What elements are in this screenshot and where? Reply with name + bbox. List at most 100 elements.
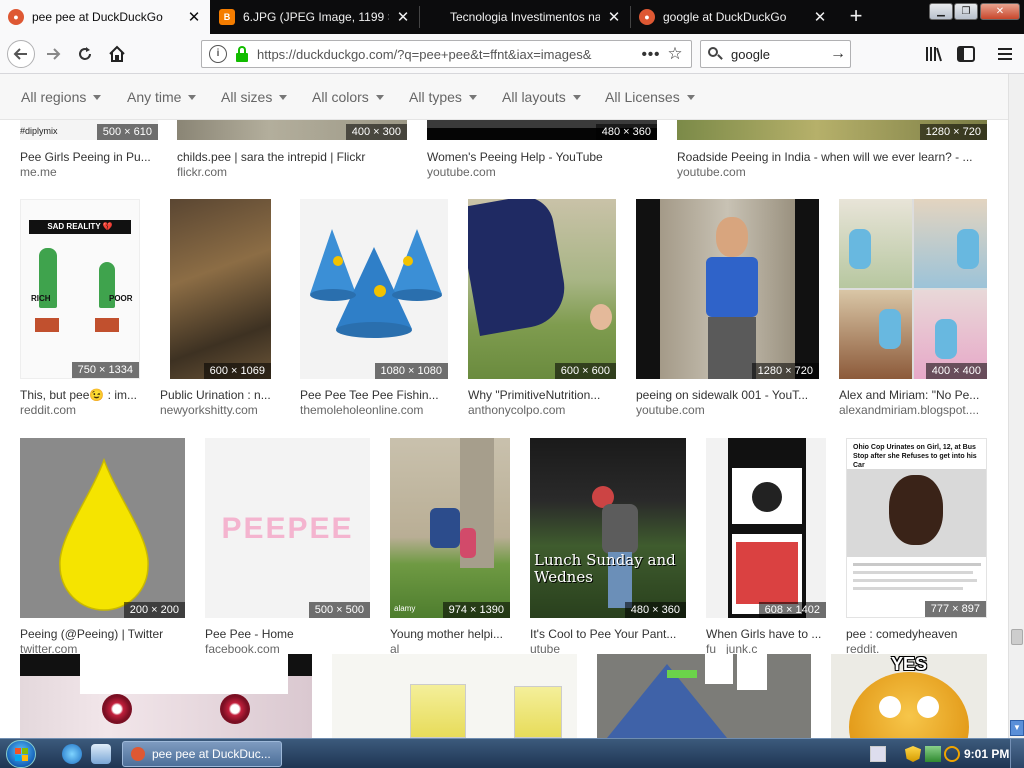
- result-caption[interactable]: This, but pee😉 : im...: [20, 388, 140, 402]
- result-caption[interactable]: Pee Pee - Home: [205, 627, 370, 641]
- result-caption[interactable]: peeing on sidewalk 001 - YouT...: [636, 388, 819, 402]
- keyboard-icon[interactable]: [870, 746, 886, 762]
- result-image[interactable]: [597, 654, 811, 738]
- internet-explorer-icon[interactable]: [62, 744, 82, 764]
- result-image[interactable]: [20, 654, 312, 738]
- url-text[interactable]: https://duckduckgo.com/?q=pee+pee&t=ffnt…: [257, 47, 639, 62]
- close-tab-icon[interactable]: ✕: [812, 8, 828, 26]
- scrollbar-thumb[interactable]: [1011, 629, 1023, 645]
- security-shield-icon[interactable]: [905, 746, 921, 762]
- result-tile[interactable]: 600 × 1069 Public Urination : n... newyo…: [160, 199, 280, 424]
- result-caption[interactable]: childs.pee | sara the intrepid | Flickr: [177, 150, 407, 164]
- result-tile[interactable]: YES: [831, 654, 987, 738]
- library-icon[interactable]: [921, 41, 947, 67]
- result-caption[interactable]: When Girls have to ...: [706, 627, 826, 641]
- result-tile[interactable]: SAD REALITY 💔 RICH POOR 750 × 1334 This,…: [20, 199, 140, 424]
- maximize-button[interactable]: ❐: [954, 3, 978, 20]
- tab-google[interactable]: ● google at DuckDuckGo ✕: [631, 0, 836, 34]
- home-button[interactable]: [104, 41, 130, 67]
- result-source[interactable]: me.me: [20, 165, 158, 179]
- result-image[interactable]: PEEPEE 500 × 500: [205, 438, 370, 618]
- result-tile[interactable]: 1080 × 1080 Pee Pee Tee Pee Fishin... th…: [300, 199, 448, 424]
- filter-time[interactable]: Any time: [127, 89, 197, 105]
- result-image[interactable]: alamy 974 × 1390: [390, 438, 510, 618]
- result-image[interactable]: [332, 654, 577, 738]
- network-icon[interactable]: [925, 746, 941, 762]
- result-tile[interactable]: 600 × 600 Why "PrimitiveNutrition... ant…: [468, 199, 616, 424]
- result-caption[interactable]: Public Urination : n...: [160, 388, 280, 402]
- taskbar-window-button[interactable]: pee pee at DuckDuc...: [122, 741, 282, 767]
- filter-types[interactable]: All types: [409, 89, 477, 105]
- result-tile[interactable]: alamy 974 × 1390 Young mother helpi... a…: [390, 438, 510, 663]
- result-tile[interactable]: 400 × 400 Alex and Miriam: "No Pe... ale…: [839, 199, 987, 424]
- result-caption[interactable]: Alex and Miriam: "No Pe...: [839, 388, 987, 402]
- show-desktop-button[interactable]: [1010, 739, 1024, 768]
- close-tab-icon[interactable]: ✕: [186, 8, 202, 26]
- minimize-button[interactable]: ▁: [929, 3, 953, 20]
- result-tile[interactable]: [20, 654, 312, 738]
- window-close-button[interactable]: ✕: [980, 3, 1020, 20]
- result-caption[interactable]: pee : comedyheaven: [846, 627, 987, 641]
- start-button[interactable]: [6, 740, 36, 768]
- filter-licenses[interactable]: All Licenses: [605, 89, 695, 105]
- result-tile[interactable]: Ohio Cop Urinates on Girl, 12, at Bus St…: [846, 438, 987, 663]
- result-caption[interactable]: It's Cool to Pee Your Pant...: [530, 627, 686, 641]
- result-source[interactable]: youtube.com: [677, 165, 987, 179]
- result-caption[interactable]: Pee Girls Peeing in Pu...: [20, 150, 158, 164]
- result-image[interactable]: YES: [831, 654, 987, 738]
- scroll-down-arrow-icon[interactable]: ▼: [1010, 720, 1024, 736]
- result-caption[interactable]: Young mother helpi...: [390, 627, 510, 641]
- result-image[interactable]: 1280 × 720: [636, 199, 819, 379]
- search-bar[interactable]: google →: [700, 40, 851, 68]
- result-caption[interactable]: Why "PrimitiveNutrition...: [468, 388, 616, 402]
- lock-icon[interactable]: [235, 46, 249, 62]
- tab-jpeg[interactable]: B 6.JPG (JPEG Image, 1199 × 160 ✕: [211, 0, 419, 34]
- bookmark-star-icon[interactable]: ☆: [663, 44, 687, 64]
- result-tile[interactable]: [597, 654, 811, 738]
- result-image[interactable]: 608 × 1402: [706, 438, 826, 618]
- result-source[interactable]: reddit.com: [20, 403, 140, 417]
- result-image[interactable]: 600 × 1069: [170, 199, 271, 379]
- close-tab-icon[interactable]: ✕: [606, 8, 622, 26]
- result-tile[interactable]: PEEPEE 500 × 500 Pee Pee - Home facebook…: [205, 438, 370, 663]
- url-bar[interactable]: i https://duckduckgo.com/?q=pee+pee&t=ff…: [201, 40, 692, 68]
- filter-regions[interactable]: All regions: [21, 89, 102, 105]
- reload-button[interactable]: [72, 41, 98, 67]
- result-image[interactable]: Lunch Sunday and Wednes 480 × 360: [530, 438, 686, 618]
- close-tab-icon[interactable]: ✕: [395, 8, 411, 26]
- menu-icon[interactable]: [992, 41, 1018, 67]
- result-source[interactable]: alexandmiriam.blogspot....: [839, 403, 987, 417]
- info-icon[interactable]: i: [209, 45, 227, 63]
- result-image[interactable]: 200 × 200: [20, 438, 185, 618]
- result-tile[interactable]: 200 × 200 Peeing (@Peeing) | Twitter twi…: [20, 438, 185, 663]
- sidebar-icon[interactable]: [953, 41, 979, 67]
- result-source[interactable]: youtube.com: [636, 403, 819, 417]
- search-tray-icon[interactable]: [944, 746, 960, 762]
- page-actions-icon[interactable]: •••: [639, 46, 663, 63]
- result-source[interactable]: anthonycolpo.com: [468, 403, 616, 417]
- result-image[interactable]: 1080 × 1080: [300, 199, 448, 379]
- search-go-arrow-icon[interactable]: →: [826, 45, 850, 63]
- filter-colors[interactable]: All colors: [312, 89, 384, 105]
- tab-active[interactable]: ● pee pee at DuckDuckGo ✕: [0, 0, 210, 34]
- result-caption[interactable]: Roadside Peeing in India - when will we …: [677, 150, 987, 164]
- result-tile[interactable]: [332, 654, 577, 738]
- tab-tecnologia[interactable]: Tecnologia Investimentos na ✕: [420, 0, 630, 34]
- result-tile[interactable]: 1280 × 720 peeing on sidewalk 001 - YouT…: [636, 199, 819, 424]
- result-tile[interactable]: 608 × 1402 When Girls have to ... fu_ ju…: [706, 438, 826, 663]
- result-image[interactable]: SAD REALITY 💔 RICH POOR 750 × 1334: [20, 199, 140, 379]
- new-tab-button[interactable]: +: [842, 4, 870, 30]
- result-source[interactable]: themoleholeonline.com: [300, 403, 448, 417]
- result-tile[interactable]: Lunch Sunday and Wednes 480 × 360 It's C…: [530, 438, 686, 663]
- result-image[interactable]: Ohio Cop Urinates on Girl, 12, at Bus St…: [846, 438, 987, 618]
- forward-button[interactable]: [40, 41, 66, 67]
- filter-sizes[interactable]: All sizes: [221, 89, 288, 105]
- result-caption[interactable]: Pee Pee Tee Pee Fishin...: [300, 388, 448, 402]
- result-source[interactable]: youtube.com: [427, 165, 657, 179]
- result-source[interactable]: newyorkshitty.com: [160, 403, 280, 417]
- vertical-scrollbar[interactable]: ▼: [1008, 74, 1024, 738]
- clock[interactable]: 9:01 PM: [964, 747, 1009, 761]
- result-caption[interactable]: Peeing (@Peeing) | Twitter: [20, 627, 185, 641]
- filter-layouts[interactable]: All layouts: [502, 89, 581, 105]
- result-source[interactable]: flickr.com: [177, 165, 407, 179]
